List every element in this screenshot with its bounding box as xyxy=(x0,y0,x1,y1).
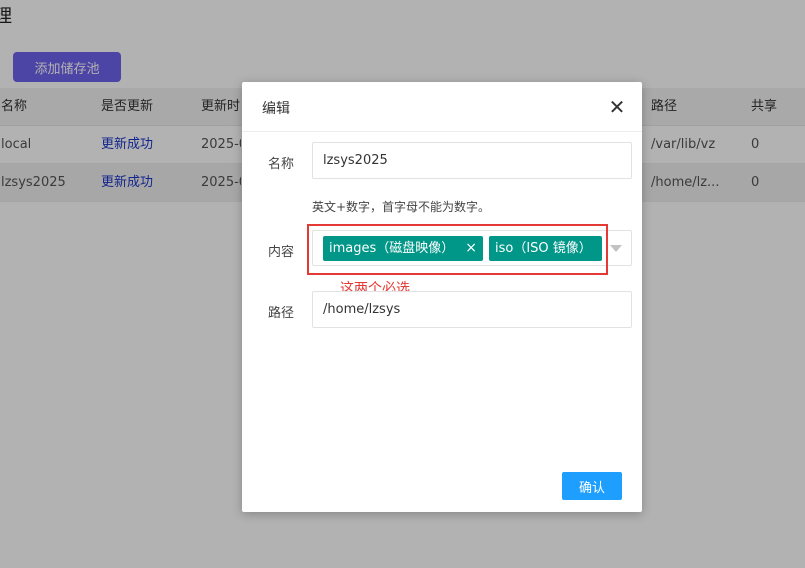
dropdown-caret-icon[interactable] xyxy=(610,245,622,252)
path-label: 路径 xyxy=(268,306,295,321)
name-hint: 英文+数字，首字母不能为数字。 xyxy=(312,200,491,214)
edit-dialog: 编辑 ✕ 名称 英文+数字，首字母不能为数字。 内容 images（磁盘映像） … xyxy=(242,82,642,512)
name-input[interactable] xyxy=(312,142,632,179)
name-label: 名称 xyxy=(268,157,295,172)
confirm-button[interactable]: 确认 xyxy=(562,472,622,500)
annotation-highlight-box xyxy=(307,224,608,275)
content-label: 内容 xyxy=(268,245,295,260)
dialog-header: 编辑 ✕ xyxy=(242,82,642,132)
path-input[interactable] xyxy=(312,291,632,328)
close-icon[interactable]: ✕ xyxy=(606,96,628,118)
dialog-title: 编辑 xyxy=(262,101,290,117)
